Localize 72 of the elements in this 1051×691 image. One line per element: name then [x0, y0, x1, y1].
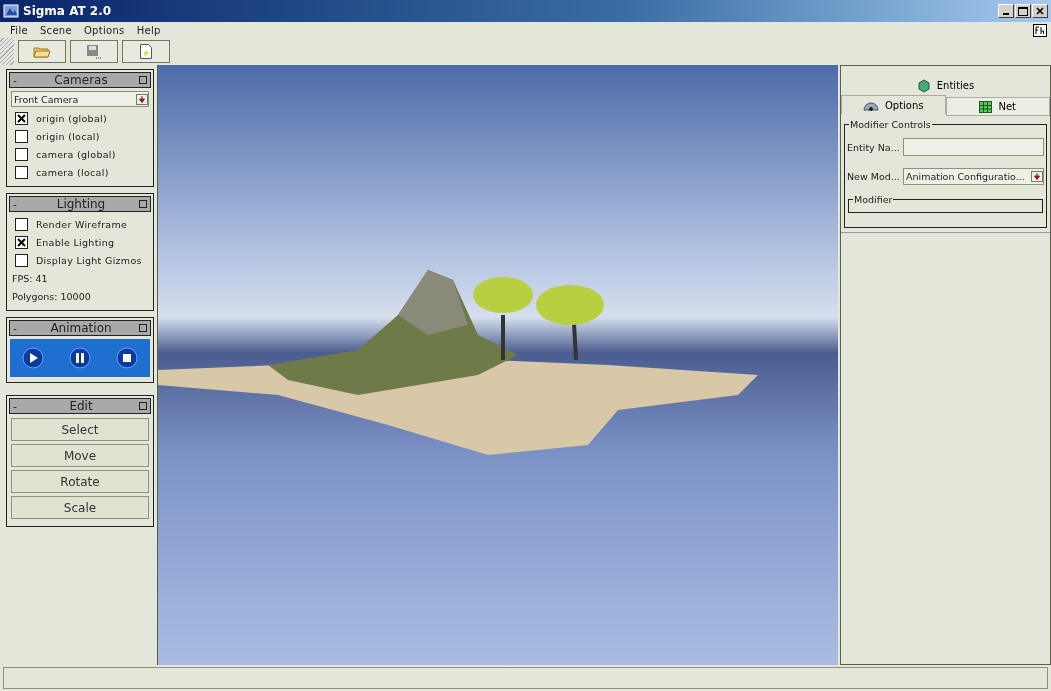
- group-title: Modifier Controls: [849, 119, 932, 130]
- panel-title: Cameras: [53, 73, 109, 87]
- tab[interactable]: Entities: [841, 76, 1050, 95]
- menu-item[interactable]: Scene: [33, 24, 78, 36]
- entity-name-input[interactable]: [903, 138, 1044, 156]
- minimize-button[interactable]: [998, 4, 1014, 18]
- field-label: Entity Na...: [847, 141, 901, 153]
- checkbox[interactable]: [15, 147, 28, 161]
- menu-item[interactable]: Options: [77, 24, 131, 36]
- panel-title: Lighting: [55, 197, 107, 211]
- tab[interactable]: Net: [945, 97, 1050, 116]
- panel-title: Edit: [68, 399, 94, 413]
- checkbox-label: origin (local): [36, 130, 100, 142]
- menu-item[interactable]: File: [4, 24, 34, 36]
- edit-mode-button[interactable]: Rotate: [11, 470, 149, 493]
- maximize-button[interactable]: [1015, 4, 1031, 18]
- collapse-dash[interactable]: -: [13, 399, 23, 413]
- checkbox[interactable]: [15, 235, 28, 249]
- collapse-dash[interactable]: -: [13, 197, 23, 211]
- dropdown-arrow-icon[interactable]: [136, 93, 148, 105]
- camera-dropdown[interactable]: Front Camera: [11, 91, 149, 107]
- checkbox-label: camera (local): [36, 166, 109, 178]
- edit-mode-button[interactable]: Move: [11, 444, 149, 467]
- checkbox[interactable]: [15, 165, 28, 179]
- save-button[interactable]: [70, 40, 118, 63]
- checkbox[interactable]: [15, 129, 28, 143]
- cross-mark-icon: [17, 237, 26, 247]
- collapse-dash[interactable]: -: [13, 321, 23, 335]
- new-file-button[interactable]: [122, 40, 170, 63]
- gauge-icon: [862, 99, 879, 111]
- stat-text: Polygons: 10000: [11, 289, 92, 304]
- checkbox-label: Enable Lighting: [36, 236, 115, 248]
- checkbox-label: camera (global): [36, 148, 116, 160]
- grid-icon: [979, 100, 993, 113]
- close-button[interactable]: [1032, 4, 1048, 18]
- square-icon[interactable]: [139, 76, 147, 84]
- checkbox[interactable]: [15, 253, 28, 267]
- group-title: Modifier: [853, 194, 894, 205]
- collapse-dash[interactable]: -: [13, 73, 23, 87]
- toolbar-grip-handle[interactable]: [0, 38, 14, 65]
- dropdown-value: Animation Configuratio...: [906, 171, 1026, 182]
- close-icon: [1036, 7, 1044, 15]
- folder-icon: [33, 45, 51, 58]
- document-icon: [140, 44, 152, 59]
- square-icon[interactable]: [139, 324, 147, 332]
- edit-mode-button[interactable]: Scale: [11, 496, 149, 519]
- play-icon[interactable]: [22, 347, 45, 369]
- app-icon: [3, 3, 19, 19]
- square-icon[interactable]: [139, 402, 147, 410]
- field-label: New Mod...: [847, 171, 901, 182]
- checkbox-label: origin (global): [36, 112, 107, 124]
- edit-mode-button[interactable]: Select: [11, 418, 149, 441]
- checkbox-label: Render Wireframe: [36, 218, 128, 230]
- checkbox[interactable]: [15, 217, 28, 231]
- stop-icon[interactable]: [115, 347, 138, 369]
- frame-icon[interactable]: [1033, 23, 1047, 37]
- checkbox[interactable]: [15, 111, 28, 125]
- pause-icon[interactable]: [69, 347, 91, 369]
- dropdown-arrow-icon[interactable]: [1031, 171, 1043, 182]
- panel-title: Animation: [49, 321, 113, 335]
- checkbox-label: Display Light Gizmos: [36, 254, 142, 266]
- tab[interactable]: Options: [841, 95, 946, 114]
- open-button[interactable]: [18, 40, 66, 63]
- cross-mark-icon: [17, 113, 26, 123]
- stat-text: FPS: 41: [11, 271, 49, 286]
- floppy-disk-icon: [86, 44, 102, 59]
- dropdown-value: Front Camera: [14, 93, 80, 105]
- modifier-dropdown[interactable]: Animation Configuratio...: [903, 168, 1044, 185]
- square-icon[interactable]: [139, 200, 147, 208]
- window-title: Sigma AT 2.0: [23, 4, 112, 18]
- maximize-icon: [1018, 6, 1028, 16]
- menu-item[interactable]: Help: [130, 24, 167, 36]
